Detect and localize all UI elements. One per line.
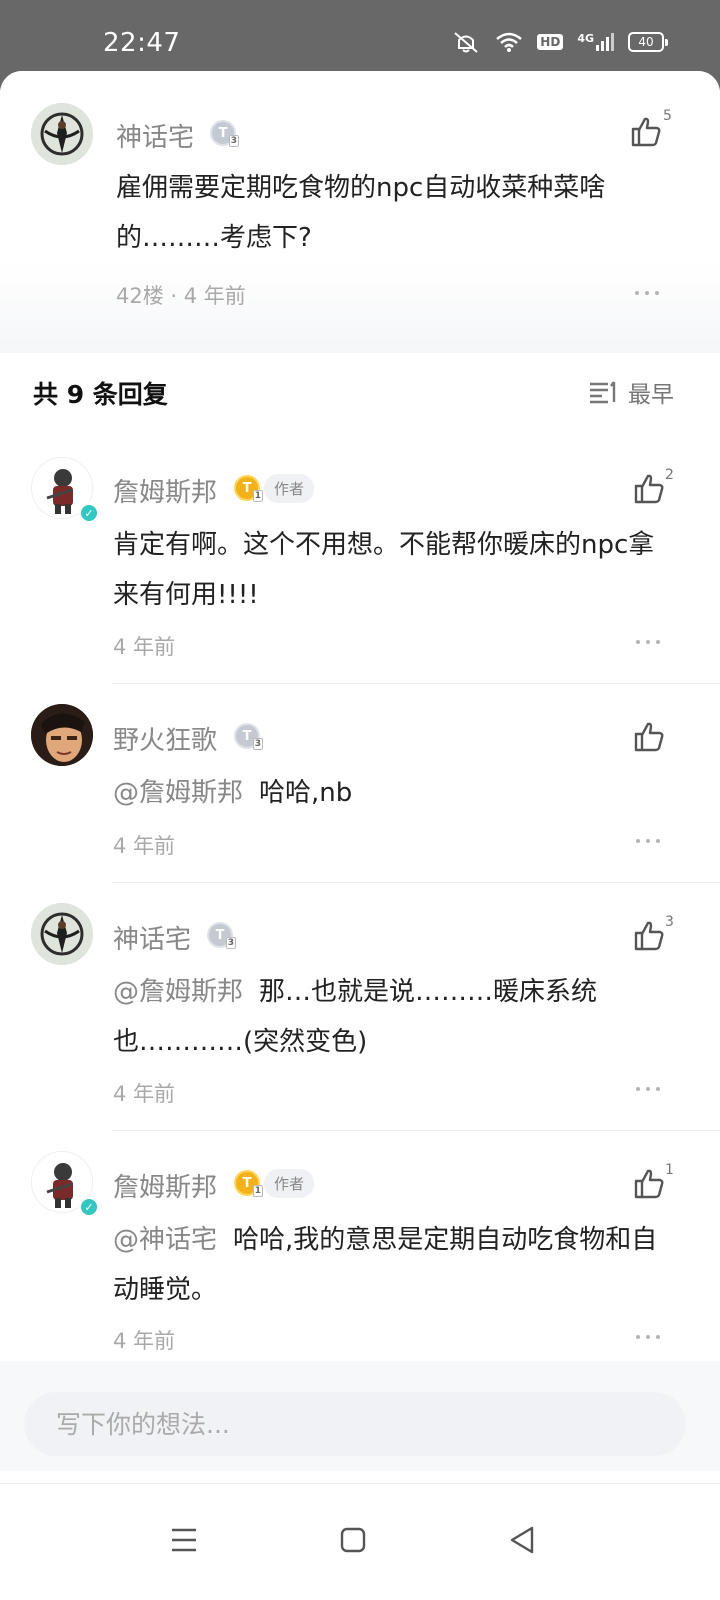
username[interactable]: 野火狂歌 [113,720,217,757]
author-tag: 作者 [264,1169,315,1198]
sort-icon [590,381,616,404]
avatar[interactable] [31,903,93,965]
network-label: 4G [577,32,594,45]
replies-count-heading: 共 9 条回复 [33,380,168,409]
reply-text-content: 肯定有啊。这个不用想。不能帮你暖床的npc拿来有何用!!!! [113,530,655,610]
like-icon[interactable] [632,720,666,754]
main-comment: 神话宅 T3 5 雇佣需要定期吃食物的npc自动收菜种菜啥的………考虑下? 42… [0,71,720,343]
hd-badge: HD [537,34,564,50]
level-badge-icon: T3 [234,723,263,750]
more-options-icon[interactable] [635,289,663,297]
username[interactable]: 詹姆斯邦 [113,1167,217,1204]
status-bar: 22:47 HD 4G 40 [0,0,720,72]
sort-toggle[interactable]: 最早 [588,375,674,409]
like-count: 5 [663,108,672,124]
more-options-icon[interactable] [636,1333,664,1341]
like-icon[interactable] [632,1167,666,1201]
author-tag: 作者 [264,474,315,503]
level-badge-icon: T1 [234,475,263,502]
comment-composer[interactable] [24,1392,686,1456]
reply-time: 4 年前 [113,1082,176,1106]
like-icon[interactable] [629,115,663,149]
more-options-icon[interactable] [636,1085,664,1093]
level-badge-icon: T3 [207,922,236,949]
level-badge-icon: T1 [234,1170,263,1197]
more-options-icon[interactable] [636,638,664,646]
sort-label: 最早 [628,382,674,408]
reply-time: 4 年前 [113,1329,176,1353]
divider [112,1130,720,1131]
reply-text: @詹姆斯邦 那…也就是说………暖床系统也…………(突然变色) [113,967,633,1067]
section-gap [0,343,720,353]
wifi-icon [496,32,523,52]
verified-icon: ✓ [79,503,99,523]
comment-input[interactable] [24,1392,686,1456]
back-icon[interactable] [502,1520,542,1560]
divider [112,683,720,684]
reply-text: @神话宅 哈哈,我的意思是定期自动吃食物和自动睡觉。 [113,1215,678,1315]
divider [112,882,720,883]
username[interactable]: 神话宅 [116,117,194,154]
signal-icon: 4G [577,32,614,51]
reply-text: 肯定有啊。这个不用想。不能帮你暖床的npc拿来有何用!!!! [113,520,668,620]
level-badge-icon: T3 [210,120,239,147]
reply-time: 4 年前 [113,834,176,858]
comment-text: 雇佣需要定期吃食物的npc自动收菜种菜啥的………考虑下? [116,173,606,253]
reply-text-content: 哈哈,nb [259,778,353,808]
like-icon[interactable] [632,472,666,506]
reply-time: 4 年前 [113,635,176,659]
mention[interactable]: @神话宅 [113,1225,217,1255]
status-icons: HD 4G 40 [451,30,668,54]
mention[interactable]: @詹姆斯邦 [113,778,243,808]
battery-icon: 40 [628,32,668,52]
like-count: 3 [665,914,674,930]
username[interactable]: 神话宅 [113,919,191,956]
reply-text: @詹姆斯邦 哈哈,nb [113,768,668,818]
menu-icon[interactable] [164,1520,204,1560]
verified-icon: ✓ [79,1197,99,1217]
like-count: 2 [665,467,674,483]
mention[interactable]: @詹姆斯邦 [113,977,243,1007]
system-nav-bar [0,1483,720,1600]
status-time: 22:47 [103,28,181,58]
avatar[interactable] [31,704,93,766]
comment-sheet: 神话宅 T3 5 雇佣需要定期吃食物的npc自动收菜种菜啥的………考虑下? 42… [0,71,720,1600]
more-options-icon[interactable] [636,837,664,845]
battery-level: 40 [638,35,654,49]
username[interactable]: 詹姆斯邦 [113,472,217,509]
home-icon[interactable] [333,1520,373,1560]
avatar[interactable] [31,103,93,165]
floor-meta: 42楼 · 4 年前 [116,284,246,308]
mute-icon [454,32,478,53]
like-icon[interactable] [632,919,666,953]
like-count: 1 [665,1162,674,1178]
